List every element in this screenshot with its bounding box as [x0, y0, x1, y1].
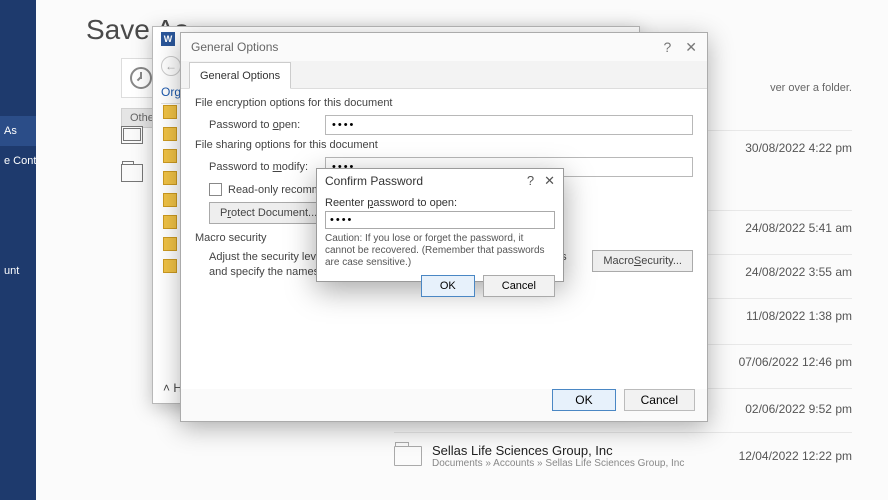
folder-row[interactable]: Sellas Life Sciences Group, IncDocuments… — [394, 432, 852, 479]
ok-button[interactable]: OK — [552, 389, 615, 411]
reenter-label: Reenter password to open: — [325, 197, 555, 209]
nav-item[interactable] — [0, 0, 36, 18]
tab-general-options[interactable]: General Options — [189, 62, 291, 89]
row-date: 12/04/2022 12:22 pm — [739, 449, 852, 463]
word-icon: W — [161, 32, 175, 46]
backstage-nav: As e Content unt — [0, 0, 36, 500]
password-modify-label: Password to modify: — [209, 161, 319, 173]
quick-access-strip — [163, 105, 177, 385]
folder-icon — [394, 446, 422, 466]
encryption-section-label: File encryption options for this documen… — [195, 97, 693, 109]
row-path: Documents » Accounts » Sellas Life Scien… — [432, 458, 684, 469]
nav-item[interactable]: e Content — [0, 146, 36, 176]
cancel-button[interactable]: Cancel — [624, 389, 695, 411]
folder-icon — [121, 164, 143, 182]
sharing-section-label: File sharing options for this document — [195, 139, 693, 151]
nav-item[interactable] — [0, 198, 36, 216]
pc-icon — [121, 126, 143, 144]
row-date: 11/08/2022 1:38 pm — [746, 309, 852, 323]
nav-item-saveas[interactable]: As — [0, 116, 36, 146]
row-date: 02/06/2022 9:52 pm — [745, 402, 852, 416]
checkbox-icon — [209, 183, 222, 196]
reenter-password-input[interactable] — [325, 211, 555, 229]
row-date: 24/08/2022 5:41 am — [745, 221, 852, 235]
password-open-label: Password to open: — [209, 119, 319, 131]
row-date: 30/08/2022 4:22 pm — [745, 141, 852, 155]
nav-item[interactable] — [0, 216, 36, 234]
general-options-title: General Options — [191, 40, 278, 54]
clock-icon — [130, 67, 152, 89]
nav-item[interactable] — [0, 58, 36, 76]
macro-security-button[interactable]: Macro Security... — [592, 250, 693, 272]
help-button[interactable]: ? — [663, 39, 671, 56]
nav-item[interactable] — [0, 98, 36, 116]
confirm-password-dialog: Confirm Password ? ✕ Reenter password to … — [316, 168, 564, 282]
help-button[interactable]: ? — [527, 173, 534, 189]
nav-item[interactable]: unt — [0, 256, 36, 286]
caution-text: Caution: If you lose or forget the passw… — [325, 233, 555, 269]
close-icon[interactable]: ✕ — [685, 39, 697, 56]
pin-hint: ver over a folder. — [770, 82, 852, 94]
back-button[interactable]: ← — [161, 56, 181, 76]
row-date: 07/06/2022 12:46 pm — [739, 355, 852, 369]
row-date: 24/08/2022 3:55 am — [745, 265, 852, 279]
password-open-input[interactable] — [325, 115, 693, 135]
protect-document-button[interactable]: Protect Document... — [209, 202, 328, 224]
close-icon[interactable]: ✕ — [544, 173, 555, 189]
nav-item[interactable] — [0, 40, 36, 58]
row-name: Sellas Life Sciences Group, Inc — [432, 443, 684, 458]
confirm-title: Confirm Password — [325, 174, 423, 188]
nav-item[interactable] — [0, 286, 36, 304]
ok-button[interactable]: OK — [421, 275, 475, 297]
cancel-button[interactable]: Cancel — [483, 275, 555, 297]
